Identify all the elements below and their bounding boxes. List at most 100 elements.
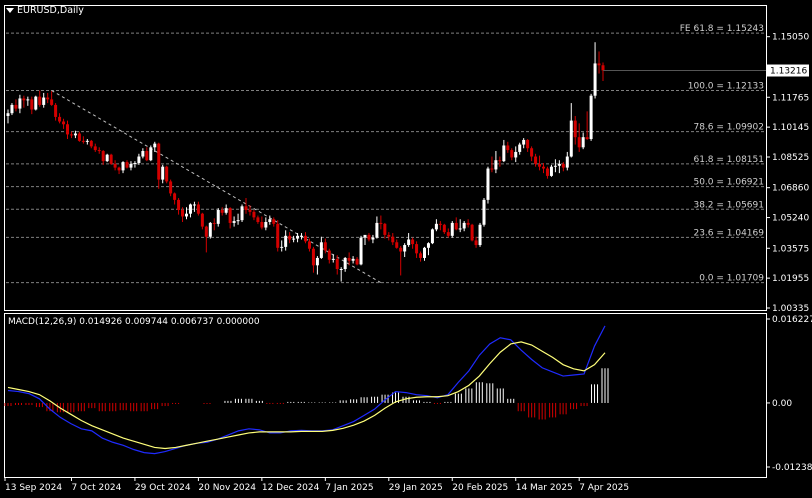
- candle-body-bull: [426, 243, 430, 248]
- candle-body-bear: [438, 223, 442, 225]
- candle-body-bull: [268, 219, 272, 222]
- fib-level-label: 0.0 = 1.01709: [699, 274, 764, 284]
- candle-body-bear: [383, 223, 387, 235]
- current-price-label: 1.13216: [770, 67, 807, 77]
- candle-body-bear: [62, 121, 66, 125]
- fib-level-label: 78.6 = 1.09902: [693, 123, 764, 133]
- candle-body-bull: [149, 147, 153, 161]
- candle-body-bear: [391, 236, 395, 243]
- candle-body-bull: [593, 63, 597, 96]
- candle-body-bull: [121, 162, 125, 171]
- candle-body-bull: [458, 228, 462, 230]
- candle-body-bear: [446, 232, 450, 236]
- candle-body-bear: [545, 168, 549, 176]
- candle-body-bear: [474, 240, 478, 246]
- candle-body-bear: [177, 199, 181, 211]
- candle-body-bull: [494, 160, 498, 170]
- candle-body-bear: [304, 235, 307, 242]
- candle-body-bull: [319, 242, 323, 258]
- time-axis: 13 Sep 2024 7 Oct 2024 29 Oct 2024 20 Nov 2…: [4, 477, 629, 493]
- candle-body-bull: [185, 213, 188, 217]
- candle-body-bear: [125, 162, 129, 168]
- candle-body-bear: [470, 224, 474, 241]
- candle-body-bear: [204, 226, 208, 237]
- macd-axis-label: -0.012383: [772, 463, 812, 473]
- candle-body-bull: [478, 224, 482, 246]
- candle-body-bear: [272, 219, 276, 224]
- candle-body-bull: [569, 120, 573, 157]
- candle-body-bull: [73, 133, 77, 136]
- candle-body-bull: [208, 222, 212, 237]
- candle-body-bear: [490, 168, 494, 170]
- candle-body-bull: [26, 99, 30, 101]
- candle-body-bull: [236, 220, 240, 222]
- candle-body-bull: [315, 257, 319, 266]
- candle-body-bear: [113, 163, 117, 168]
- candle-body-bear: [542, 166, 545, 169]
- candle-body-bear: [526, 139, 530, 149]
- candle-body-bull: [407, 239, 411, 246]
- time-axis-label: 29 Jan 2025: [389, 483, 443, 493]
- candle-body-bear: [534, 156, 538, 164]
- candle-body-bull: [18, 98, 22, 109]
- candle-body-bear: [46, 97, 50, 100]
- candle-body-bear: [89, 140, 93, 147]
- candle-body-bull: [137, 156, 141, 163]
- candle-body-bear: [173, 193, 177, 200]
- candle-body-bull: [280, 246, 284, 248]
- candle-body-bear: [97, 150, 101, 152]
- candle-body-bull: [486, 168, 490, 200]
- candle-body-bull: [522, 139, 526, 145]
- candle-body-bull: [351, 258, 355, 261]
- candle-body-bull: [434, 223, 438, 230]
- price-axis-label: 1.05240: [772, 214, 809, 224]
- candle-body-bull: [34, 96, 38, 110]
- candle-body-bear: [81, 140, 85, 142]
- candle-body-bear: [169, 181, 173, 194]
- candle-body-bull: [141, 151, 145, 157]
- fib-level-label: 38.2 = 1.05691: [693, 200, 764, 210]
- candle-body-bear: [411, 239, 415, 245]
- time-axis-label: 7 Apr 2025: [579, 483, 629, 493]
- candle-body-bear: [355, 258, 359, 265]
- candle-body-bear: [157, 143, 161, 180]
- candle-body-bear: [38, 96, 42, 105]
- candle-body-bull: [359, 237, 363, 265]
- candle-body-bull: [343, 257, 347, 270]
- candle-body-bull: [300, 235, 304, 237]
- candle-body-bear: [54, 104, 58, 117]
- candle-body-bull: [85, 140, 89, 142]
- signal-line: [7, 341, 606, 450]
- candle-body-bear: [415, 244, 419, 254]
- candle-body-bear: [311, 248, 315, 266]
- candle-body-bear: [498, 160, 502, 162]
- candle-body-bull: [565, 156, 569, 168]
- fib-level-label: 100.0 = 1.12133: [688, 81, 764, 91]
- candle-body-bear: [288, 235, 292, 240]
- candle-body-bear: [454, 222, 458, 230]
- candle-body-bull: [514, 151, 518, 158]
- candle-body-bear: [30, 99, 34, 110]
- candle-body-bull: [589, 95, 593, 140]
- candle-body-bull: [42, 97, 46, 105]
- price-axis-label: 1.01955: [772, 274, 809, 284]
- candle-body-bear: [335, 258, 339, 270]
- candle-body-bear: [228, 208, 232, 223]
- macd-line: [7, 325, 606, 455]
- candle-body-bear: [419, 253, 423, 258]
- candle-body-bull: [6, 113, 10, 116]
- candle-body-bull: [188, 204, 192, 214]
- candle-body-bear: [387, 234, 391, 237]
- candle-body-bull: [339, 269, 343, 271]
- candle-body-bull: [363, 234, 367, 238]
- candle-body-bear: [109, 154, 113, 164]
- candle-body-bear: [307, 241, 311, 249]
- candle-body-bear: [276, 223, 280, 248]
- candle-body-bear: [248, 210, 252, 212]
- candle-body-bear: [14, 104, 18, 109]
- candle-body-bear: [347, 257, 351, 261]
- candle-body-bear: [220, 210, 224, 213]
- candle-body-bear: [399, 247, 403, 252]
- candle-body-bear: [442, 224, 446, 233]
- time-axis-label: 29 Oct 2024: [135, 483, 191, 493]
